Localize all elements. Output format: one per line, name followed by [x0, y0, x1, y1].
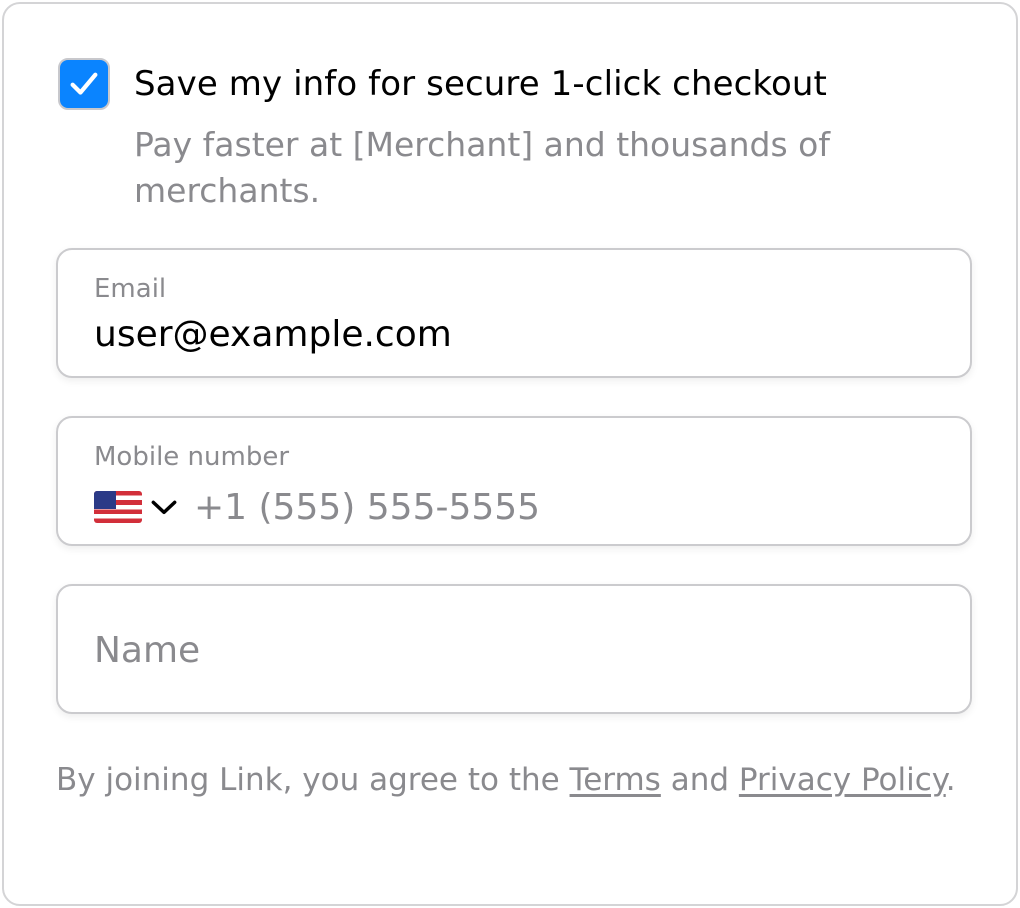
mobile-number-row: +1 (555) 555-5555 — [94, 484, 540, 530]
email-label: Email — [94, 274, 167, 304]
mobile-number-field[interactable]: Mobile number +1 (555) 555-5555 — [56, 416, 972, 546]
name-input[interactable]: Name — [94, 630, 200, 671]
legal-prefix: By joining Link, you agree to the — [56, 762, 570, 798]
terms-link[interactable]: Terms — [570, 762, 661, 798]
name-field[interactable]: Name — [56, 584, 972, 714]
save-info-subtitle: Pay faster at [Merchant] and thousands o… — [134, 125, 830, 210]
link-signup-card: Save my info for secure 1-click checkout… — [2, 2, 1018, 906]
privacy-policy-link[interactable]: Privacy Policy — [739, 762, 946, 798]
us-flag-icon[interactable] — [94, 491, 142, 523]
save-info-row: Save my info for secure 1-click checkout… — [58, 58, 958, 218]
email-field[interactable]: Email user@example.com — [56, 248, 972, 378]
save-info-title[interactable]: Save my info for secure 1-click checkout — [134, 64, 827, 104]
chevron-down-icon[interactable] — [148, 491, 180, 523]
mobile-number-label: Mobile number — [94, 442, 290, 472]
checkmark-icon — [70, 72, 98, 95]
email-input[interactable]: user@example.com — [94, 314, 452, 355]
legal-text: By joining Link, you agree to the Terms … — [56, 750, 956, 811]
mobile-number-input[interactable]: +1 (555) 555-5555 — [194, 487, 540, 528]
legal-suffix: . — [945, 762, 956, 798]
legal-middle: and — [660, 762, 739, 798]
save-info-checkbox[interactable] — [58, 58, 110, 110]
